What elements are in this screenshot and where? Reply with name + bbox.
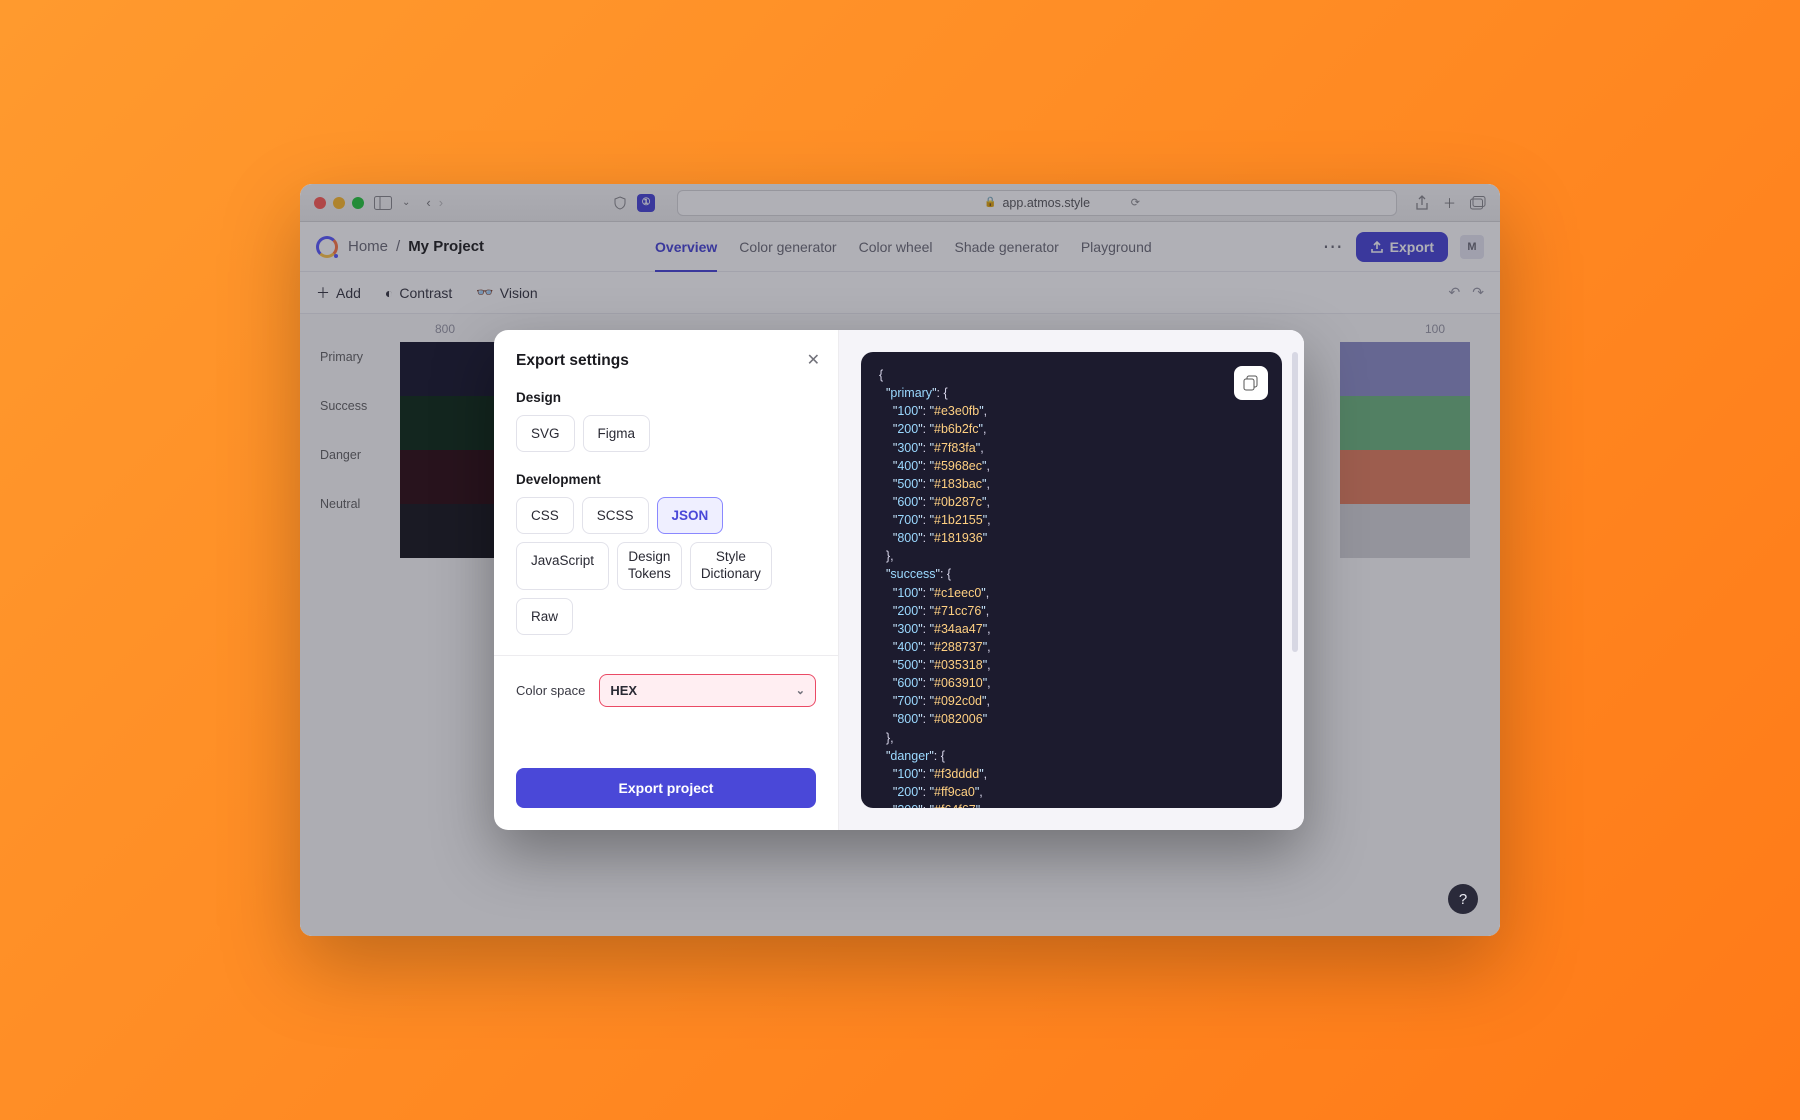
export-option-javascript[interactable]: JavaScript	[516, 542, 609, 590]
export-project-button[interactable]: Export project	[516, 768, 816, 808]
scrollbar[interactable]	[1292, 352, 1298, 652]
color-space-label: Color space	[516, 683, 585, 698]
color-space-value: HEX	[610, 683, 637, 698]
code-body: { "primary": { "100": "#e3e0fb", "200": …	[879, 366, 1264, 808]
modal-preview-pane: { "primary": { "100": "#e3e0fb", "200": …	[839, 330, 1304, 830]
export-option-svg[interactable]: SVG	[516, 415, 575, 452]
modal-title: Export settings	[516, 352, 816, 370]
export-option-json[interactable]: JSON	[657, 497, 724, 534]
export-settings-modal: ➜ Export settings ✕ Design SVG Figma Dev…	[494, 330, 1304, 830]
export-option-figma[interactable]: Figma	[583, 415, 651, 452]
export-option-raw[interactable]: Raw	[516, 598, 573, 635]
copy-icon[interactable]	[1234, 366, 1268, 400]
color-space-row: Color space HEX ⌄	[516, 674, 816, 707]
help-button[interactable]: ?	[1448, 884, 1478, 914]
code-preview[interactable]: { "primary": { "100": "#e3e0fb", "200": …	[861, 352, 1282, 808]
close-icon[interactable]: ✕	[807, 350, 820, 370]
chevron-down-icon: ⌄	[796, 684, 805, 697]
modal-settings-pane: ➜ Export settings ✕ Design SVG Figma Dev…	[494, 330, 839, 830]
browser-window: ⌄ ‹ › ① 🔒 app.atmos.style ⟳ ＋ Home	[300, 184, 1500, 936]
color-space-select[interactable]: HEX ⌄	[599, 674, 816, 707]
export-option-style-dictionary[interactable]: StyleDictionary	[690, 542, 772, 590]
export-option-design-tokens[interactable]: DesignTokens	[617, 542, 682, 590]
group-label-development: Development	[516, 472, 816, 487]
export-option-css[interactable]: CSS	[516, 497, 574, 534]
export-option-scss[interactable]: SCSS	[582, 497, 649, 534]
group-label-design: Design	[516, 390, 816, 405]
divider	[494, 655, 838, 656]
